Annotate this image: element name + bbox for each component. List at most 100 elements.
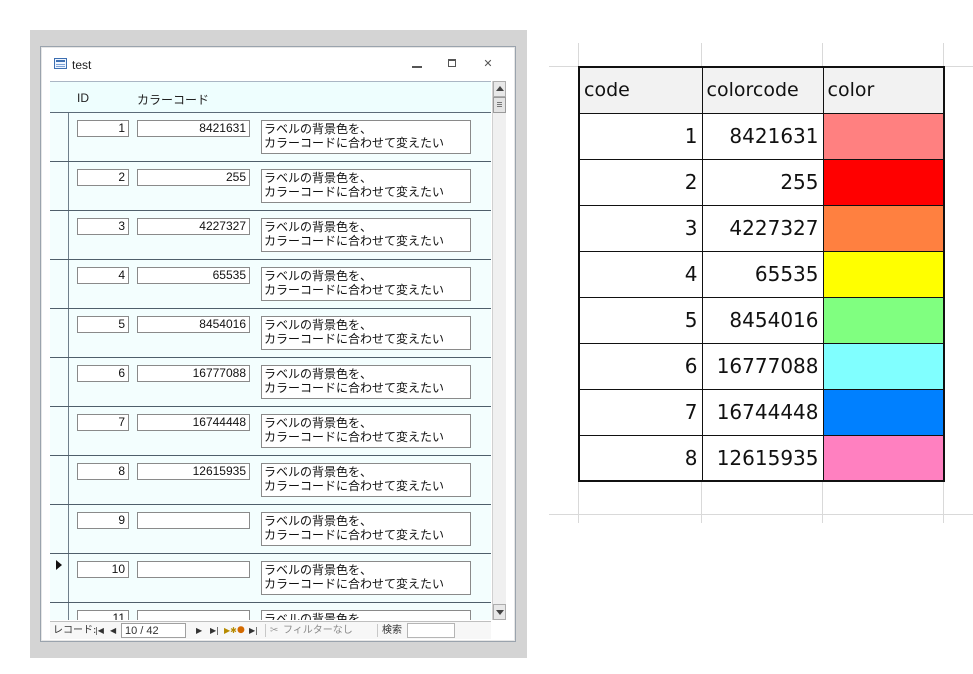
code-cell[interactable]: 6: [578, 342, 703, 390]
colorcode-field[interactable]: [137, 561, 250, 578]
colorcode-field[interactable]: 4227327: [137, 218, 250, 235]
last-record-icon[interactable]: ▶|: [210, 622, 219, 639]
id-field[interactable]: 1: [77, 120, 129, 137]
id-field[interactable]: 11: [77, 610, 129, 620]
nav-divider: [377, 624, 378, 637]
code-cell[interactable]: 5: [578, 296, 703, 344]
scroll-down-icon[interactable]: [493, 604, 506, 620]
record-selector[interactable]: [50, 456, 69, 504]
colorcode-cell[interactable]: 255: [701, 158, 824, 206]
colorcode-cell[interactable]: 8421631: [701, 112, 824, 160]
record-row: 3 4227327 ラベルの背景色を、 カラーコードに合わせて変えたい: [50, 211, 491, 260]
first-record-icon[interactable]: |◀: [95, 622, 104, 639]
colorcode-field[interactable]: 16744448: [137, 414, 250, 431]
search-label: 検索: [382, 625, 402, 636]
colorcode-field[interactable]: 16777088: [137, 365, 250, 382]
code-cell[interactable]: 4: [578, 250, 703, 298]
colorcode-field[interactable]: [137, 512, 250, 529]
record-position-input[interactable]: 10 / 42: [121, 623, 186, 638]
table-row: 4 65535: [578, 250, 945, 298]
id-field[interactable]: 7: [77, 414, 129, 431]
colorcode-cell[interactable]: 4227327: [701, 204, 824, 252]
header-color[interactable]: color: [822, 66, 945, 114]
next-record-icon[interactable]: ▶: [196, 622, 202, 639]
delete-record-icon[interactable]: ●: [237, 622, 245, 639]
header-colorcode[interactable]: colorcode: [701, 66, 824, 114]
record-row: 11 ラベルの背景色を、カラーコードに合わせて変えたい: [50, 603, 491, 620]
code-cell[interactable]: 3: [578, 204, 703, 252]
colorcode-cell[interactable]: 16744448: [701, 388, 824, 436]
maximize-icon[interactable]: [446, 57, 460, 71]
colorcode-cell[interactable]: 8454016: [701, 296, 824, 344]
code-cell[interactable]: 8: [578, 434, 703, 482]
id-field[interactable]: 3: [77, 218, 129, 235]
color-swatch-cell[interactable]: [822, 296, 945, 344]
color-swatch-cell[interactable]: [822, 112, 945, 160]
colorcode-cell[interactable]: 65535: [701, 250, 824, 298]
minimize-icon[interactable]: [410, 57, 424, 71]
record-selector[interactable]: [50, 162, 69, 210]
previous-record-icon[interactable]: ◀: [110, 622, 116, 639]
window-titlebar[interactable]: test ✕: [41, 47, 515, 81]
scroll-thumb[interactable]: [493, 97, 506, 113]
label-line-1: ラベルの背景色を、: [264, 416, 373, 430]
color-swatch-cell[interactable]: [822, 388, 945, 436]
code-cell[interactable]: 2: [578, 158, 703, 206]
code-cell[interactable]: 1: [578, 112, 703, 160]
id-field[interactable]: 8: [77, 463, 129, 480]
no-filter-button[interactable]: フィルターなし: [283, 622, 353, 639]
id-field[interactable]: 6: [77, 365, 129, 382]
record-selector[interactable]: [50, 309, 69, 357]
filter-icon[interactable]: ✂: [270, 622, 278, 639]
record-selector[interactable]: [50, 603, 69, 620]
record-row: 6 16777088 ラベルの背景色を、 カラーコードに合わせて変えたい: [50, 358, 491, 407]
label-line-2: カラーコードに合わせて変えたい: [264, 381, 445, 395]
colorcode-field[interactable]: 12615935: [137, 463, 250, 480]
search-input[interactable]: [407, 623, 455, 638]
colorcode-cell[interactable]: 16777088: [701, 342, 824, 390]
record-selector[interactable]: [50, 113, 69, 161]
record-row: 8 12615935 ラベルの背景色を、 カラーコードに合わせて変えたい: [50, 456, 491, 505]
color-swatch-cell[interactable]: [822, 204, 945, 252]
colorcode-field[interactable]: 65535: [137, 267, 250, 284]
color-swatch-cell[interactable]: [822, 250, 945, 298]
record-selector[interactable]: [50, 260, 69, 308]
record-selector[interactable]: [50, 358, 69, 406]
last-page-icon[interactable]: ▶|: [249, 622, 258, 639]
id-field[interactable]: 10: [77, 561, 129, 578]
table-row: 2 255: [578, 158, 945, 206]
record-navigation-bar: レコード: |◀ ◀ 10 / 42 ▶ ▶| ▶✱ ● ▶| ✂ フィルターな…: [50, 621, 491, 639]
label-line-1: ラベルの背景色を、: [264, 367, 373, 381]
color-swatch-cell[interactable]: [822, 342, 945, 390]
background-label: ラベルの背景色を、カラーコードに合わせて変えたい: [261, 414, 471, 448]
vertical-scrollbar[interactable]: [492, 81, 506, 620]
header-code[interactable]: code: [578, 66, 703, 114]
background-label: ラベルの背景色を、カラーコードに合わせて変えたい: [261, 218, 471, 252]
label-line-1: ラベルの背景色を、: [264, 612, 373, 620]
background-label: ラベルの背景色を、カラーコードに合わせて変えたい: [261, 463, 471, 497]
background-label: ラベルの背景色を、カラーコードに合わせて変えたい: [261, 267, 471, 301]
label-line-2: カラーコードに合わせて変えたい: [264, 332, 445, 346]
id-field[interactable]: 9: [77, 512, 129, 529]
id-field[interactable]: 4: [77, 267, 129, 284]
background-label: ラベルの背景色を、カラーコードに合わせて変えたい: [261, 561, 471, 595]
new-record-icon[interactable]: ▶✱: [224, 622, 237, 639]
colorcode-cell[interactable]: 12615935: [701, 434, 824, 482]
record-selector[interactable]: [50, 407, 69, 455]
colorcode-field[interactable]: 8454016: [137, 316, 250, 333]
close-icon[interactable]: ✕: [481, 57, 495, 71]
id-field[interactable]: 2: [77, 169, 129, 186]
color-swatch-cell[interactable]: [822, 434, 945, 482]
record-selector[interactable]: [50, 505, 69, 553]
record-selector[interactable]: [50, 554, 69, 602]
id-field[interactable]: 5: [77, 316, 129, 333]
colorcode-field[interactable]: [137, 610, 250, 620]
record-selector[interactable]: [50, 211, 69, 259]
color-swatch-cell[interactable]: [822, 158, 945, 206]
colorcode-field[interactable]: 8421631: [137, 120, 250, 137]
colorcode-field[interactable]: 255: [137, 169, 250, 186]
code-cell[interactable]: 7: [578, 388, 703, 436]
scroll-up-icon[interactable]: [493, 81, 506, 97]
form-header: ID カラーコード: [50, 81, 491, 113]
table-row: 3 4227327: [578, 204, 945, 252]
